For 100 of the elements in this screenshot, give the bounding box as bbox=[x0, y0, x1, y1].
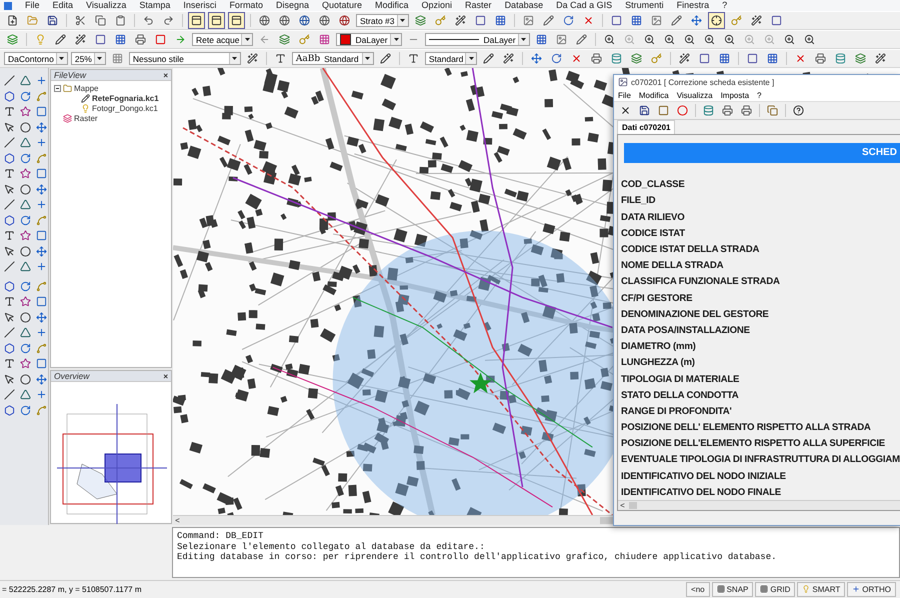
field-label: DATA POSA/INSTALLAZIONE bbox=[621, 324, 751, 338]
dropdown[interactable]: DaLayer bbox=[336, 33, 402, 46]
status-toggle[interactable]: SMART bbox=[797, 582, 846, 597]
plus-icon bbox=[852, 585, 860, 594]
menu-item[interactable]: Modifica bbox=[638, 90, 669, 100]
menu-item[interactable]: Da Cad a GIS bbox=[556, 0, 612, 11]
dropdown[interactable]: Strato #3 bbox=[356, 14, 408, 28]
layers-icon bbox=[63, 114, 72, 123]
menu-item[interactable]: Modifica bbox=[375, 0, 409, 11]
tree-item[interactable]: Raster bbox=[74, 114, 98, 123]
combo-value: DaLayer bbox=[355, 34, 388, 45]
menu-item[interactable]: Visualizza bbox=[86, 0, 126, 11]
menu-item[interactable]: ? bbox=[722, 0, 728, 11]
pressed-window-layout-icon[interactable] bbox=[208, 12, 225, 30]
field-label: IDENTIFICATIVO DEL NODO FINALE bbox=[621, 486, 782, 500]
dropdown[interactable]: Standard bbox=[424, 52, 478, 66]
status-toggle[interactable]: ORTHO bbox=[847, 582, 896, 597]
dropdown[interactable]: AaBb Standard bbox=[292, 52, 374, 66]
field-label: NOME DELLA STRADA bbox=[621, 259, 724, 274]
field-label: RANGE DI PROFONDITA' bbox=[621, 404, 733, 419]
tab[interactable]: Dati c070201 bbox=[617, 120, 676, 134]
field-label: CODICE ISTAT DELLA STRADA bbox=[621, 243, 760, 258]
collapse-icon[interactable] bbox=[54, 84, 61, 92]
grid-dots-icon bbox=[760, 585, 768, 594]
menu-item[interactable]: Visualizza bbox=[676, 90, 713, 100]
menu-item[interactable]: Inserisci bbox=[183, 0, 216, 11]
command-line: Command: DB_EDIT bbox=[177, 531, 264, 542]
field-label: FILE_ID bbox=[621, 194, 656, 208]
menu-item[interactable]: Disegna bbox=[276, 0, 309, 11]
field-label: POSIZIONE DELL' ELEMENTO RISPETTO ALLA STRADA bbox=[621, 421, 872, 436]
window-title: c070201 [ Correzione scheda esistente ] bbox=[631, 78, 774, 87]
panel-title: Overview bbox=[54, 371, 90, 382]
tree-item[interactable]: Fotogr_Dongo.kc1 bbox=[92, 104, 158, 113]
field-label: CODICE ISTAT bbox=[621, 226, 686, 241]
menu-item[interactable]: Finestra bbox=[676, 0, 710, 11]
coordinates: = 522225.2287 m, y = 5108507.1177 m bbox=[1, 584, 142, 594]
scroll-left-button[interactable]: < bbox=[618, 501, 627, 510]
pressed-window-layout-icon[interactable] bbox=[228, 12, 245, 30]
field-label: DENOMINAZIONE DEL GESTORE bbox=[621, 308, 770, 322]
field-label: STATO DELLA CONDOTTA bbox=[621, 388, 740, 403]
field-label: DIAMETRO (mm) bbox=[621, 340, 697, 354]
window-icon bbox=[618, 77, 628, 88]
combo-value: Standard bbox=[428, 54, 464, 64]
tree-item[interactable]: ReteFognaria.kc1 bbox=[92, 94, 159, 103]
scroll-left-button[interactable]: < bbox=[173, 516, 182, 526]
dropdown[interactable]: Rete acque bbox=[192, 33, 254, 46]
lightbulb-icon bbox=[802, 585, 810, 594]
combo-value: DaContorno bbox=[8, 54, 54, 64]
pressed-window-layout-icon[interactable] bbox=[188, 12, 205, 30]
menu-item[interactable]: File bbox=[618, 90, 631, 100]
dropdown[interactable]: 25% bbox=[70, 52, 106, 66]
menu-item[interactable]: Stampa bbox=[139, 0, 170, 11]
field-label: IDENTIFICATIVO DEL NODO INIZIALE bbox=[621, 470, 787, 484]
grid-dots-icon bbox=[716, 585, 725, 594]
menu-item[interactable]: Formato bbox=[229, 0, 263, 11]
pressed-crosshair-icon[interactable] bbox=[708, 12, 724, 30]
field-label: CF/PI GESTORE bbox=[621, 292, 694, 306]
field-label: EVENTUALE TIPOLOGIA DI INFRASTRUTTURA DI ALLOGGIAM bbox=[621, 453, 900, 468]
menu-item[interactable]: Opzioni bbox=[422, 0, 452, 11]
menu-item[interactable]: ? bbox=[757, 90, 762, 100]
menu-item[interactable]: Quotature bbox=[322, 0, 362, 11]
close-button[interactable]: × bbox=[163, 372, 168, 381]
combo-value: DaLayer bbox=[483, 34, 516, 45]
form-header: SCHED bbox=[624, 142, 900, 163]
combo-value: Strato #3 bbox=[360, 16, 394, 26]
panel-title: FileView bbox=[54, 70, 86, 80]
field-label: LUNGHEZZA (m) bbox=[621, 356, 696, 370]
combo-value: Standard bbox=[324, 54, 359, 64]
folder-icon bbox=[63, 84, 72, 93]
command-line: Selezionare l'elemento collegato al database da editare.: bbox=[177, 542, 486, 552]
dropdown[interactable]: Nessuno stile bbox=[128, 52, 241, 66]
field-label: DATA RILIEVO bbox=[621, 210, 686, 225]
menu-item[interactable]: Edita bbox=[52, 0, 74, 11]
dropdown[interactable]: DaContorno bbox=[4, 52, 68, 66]
combo-value: Nessuno stile bbox=[132, 54, 184, 64]
combo-value: Rete acque bbox=[196, 34, 240, 45]
line-sample bbox=[429, 39, 480, 40]
status-toggle[interactable]: SNAP bbox=[712, 582, 754, 597]
scroll-thumb[interactable] bbox=[629, 502, 637, 510]
status-toggle[interactable]: <no bbox=[686, 582, 710, 597]
menu-item[interactable]: Database bbox=[504, 0, 544, 11]
font-sample: AaBb bbox=[296, 54, 320, 64]
tree-item[interactable]: Mappe bbox=[74, 84, 98, 93]
combo-value: 25% bbox=[74, 54, 92, 64]
menu-item[interactable]: Strumenti bbox=[625, 0, 664, 11]
menu-item[interactable]: Imposta bbox=[720, 90, 750, 100]
status-toggle[interactable]: GRID bbox=[755, 582, 796, 597]
horizontal-scrollbar[interactable]: < bbox=[618, 500, 900, 510]
app-logo-icon bbox=[4, 2, 12, 10]
command-line: Editing database in corso: per riprendere il controllo dell'applicativo grafico, chiudere applicativo database. bbox=[177, 552, 778, 563]
field-label: POSIZIONE DELL'ELEMENTO RISPETTO ALLA SUPERFICIE bbox=[621, 437, 886, 452]
menu-item[interactable]: Raster bbox=[465, 0, 492, 11]
close-button[interactable]: × bbox=[163, 70, 168, 80]
field-label: COD_CLASSE bbox=[621, 178, 686, 192]
lightbulb-icon bbox=[81, 104, 90, 113]
field-label: TIPOLOGIA DI MATERIALE bbox=[621, 372, 740, 387]
menu-item[interactable]: File bbox=[25, 0, 40, 11]
dropdown[interactable]: DaLayer bbox=[425, 33, 530, 46]
field-label: CLASSIFICA FUNZIONALE STRADA bbox=[621, 275, 781, 290]
pencil-icon bbox=[81, 94, 90, 103]
